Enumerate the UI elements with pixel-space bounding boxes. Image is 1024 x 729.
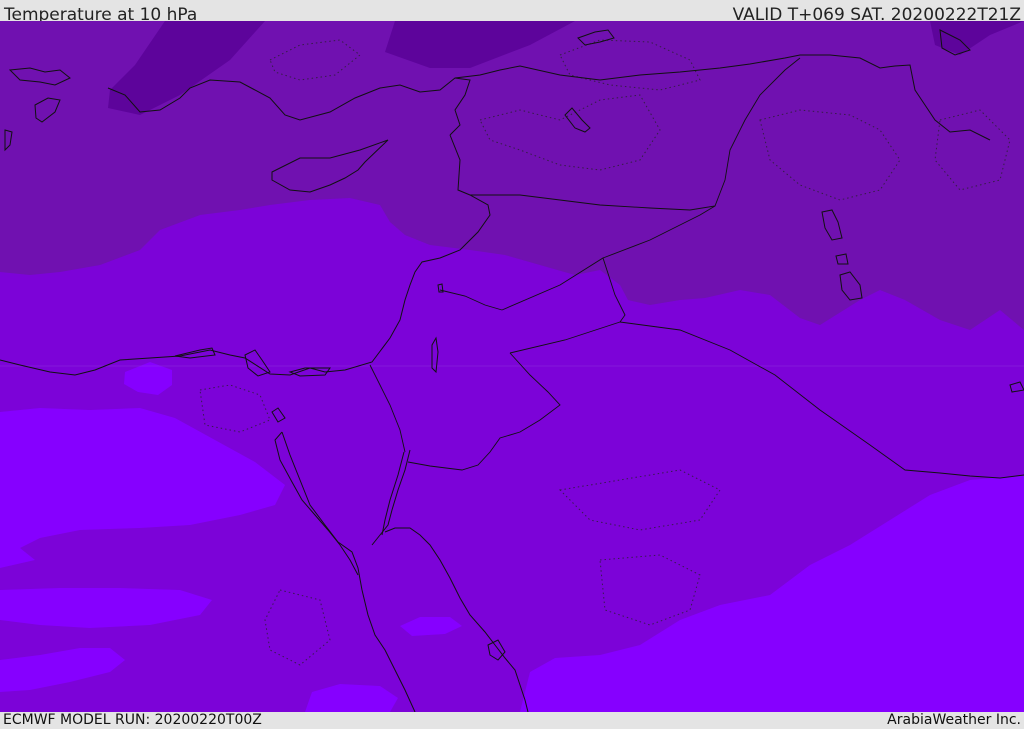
map-frame: Temperature at 10 hPa VALID T+069 SAT. 2… [0,0,1024,729]
model-run-label: ECMWF MODEL RUN: 20200220T00Z [3,712,262,728]
temperature-map [0,21,1024,712]
header-bar: Temperature at 10 hPa VALID T+069 SAT. 2… [0,0,1024,25]
footer-bar: ECMWF MODEL RUN: 20200220T00Z ArabiaWeat… [0,712,1024,729]
map-area [0,21,1024,712]
credit-label: ArabiaWeather Inc. [887,712,1021,728]
